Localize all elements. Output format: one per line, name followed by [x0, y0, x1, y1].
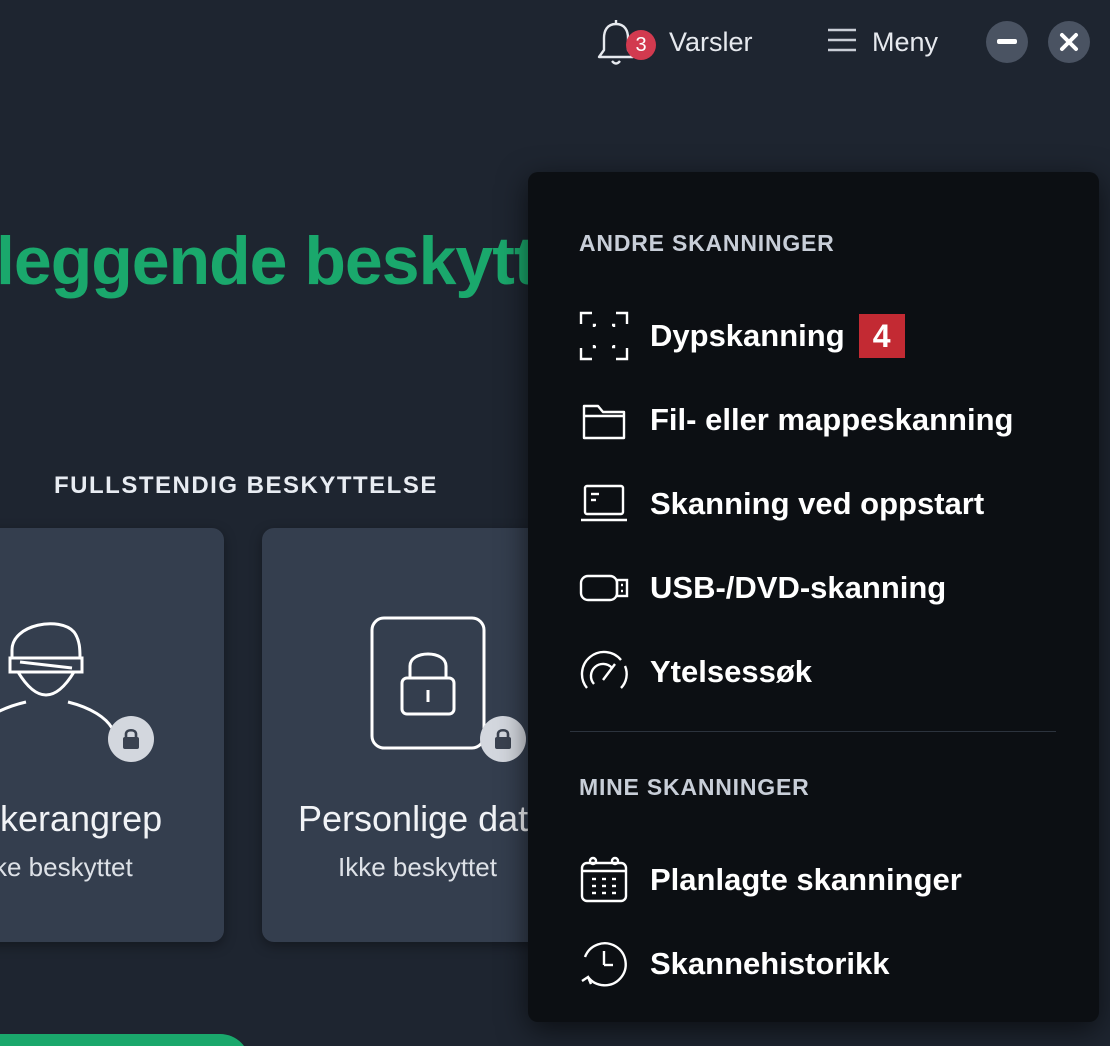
- laptop-icon: [578, 478, 630, 530]
- menu-item-file-folder-scan[interactable]: Fil- eller mappeskanning: [578, 388, 1058, 452]
- close-button[interactable]: [1048, 21, 1090, 63]
- menu-item-scheduled-scans[interactable]: Planlagte skanninger: [578, 848, 1058, 912]
- minimize-button[interactable]: [986, 21, 1028, 63]
- menu-item-label: Planlagte skanninger: [650, 862, 962, 897]
- close-icon: [1060, 33, 1078, 51]
- menu-item-label: Dypskanning: [650, 318, 845, 353]
- scan-menu-dropdown: ANDRE SKANNINGER Dypskanning 4 Fil- elle…: [528, 172, 1099, 1022]
- hacker-icon: [0, 610, 130, 745]
- menu-item-usb-dvd-scan[interactable]: USB-/DVD-skanning: [578, 556, 1058, 620]
- calendar-icon: [578, 854, 630, 906]
- primary-action-button[interactable]: [0, 1034, 250, 1046]
- menu-item-deep-scan[interactable]: Dypskanning 4: [578, 304, 1058, 368]
- personal-data-card[interactable]: Personlige dat Ikke beskyttet: [262, 528, 562, 942]
- app-window: 3 Varsler Meny leggende beskytte FULLSTE…: [0, 0, 1110, 1046]
- menu-item-boot-scan[interactable]: Skanning ved oppstart: [578, 472, 1058, 536]
- hacker-attack-card[interactable]: ckerangrep ke beskyttet: [0, 528, 224, 942]
- notification-count-badge: 3: [626, 30, 656, 60]
- card-title: ckerangrep: [0, 798, 163, 839]
- minimize-icon: [997, 39, 1017, 44]
- folder-icon: [578, 394, 630, 446]
- menu-item-scan-history[interactable]: Skannehistorikk: [578, 932, 1058, 996]
- menu-divider: [570, 731, 1056, 732]
- card-status: ke beskyttet: [0, 852, 133, 882]
- menu-item-performance-scan[interactable]: Ytelsessøk: [578, 640, 1058, 704]
- notifications-button[interactable]: 3 Varsler: [596, 12, 753, 72]
- menu-item-label: Skanning ved oppstart: [650, 486, 985, 521]
- other-scans-header: ANDRE SKANNINGER: [579, 230, 835, 256]
- bell-icon: 3: [596, 16, 656, 68]
- usb-icon: [578, 562, 630, 614]
- step-number-badge: 4: [858, 314, 905, 358]
- menu-item-label: USB-/DVD-skanning: [650, 570, 947, 605]
- padlock-icon: [370, 616, 486, 755]
- notifications-label: Varsler: [669, 26, 753, 57]
- card-status: Ikke beskyttet: [338, 852, 497, 882]
- menu-item-label: Skannehistorikk: [650, 946, 890, 981]
- hero-title: leggende beskytte: [0, 223, 573, 299]
- scan-frame-icon: [578, 310, 630, 362]
- menu-label: Meny: [872, 26, 939, 57]
- menu-item-label: Fil- eller mappeskanning: [650, 402, 1014, 437]
- my-scans-header: MINE SKANNINGER: [579, 774, 810, 800]
- protection-section-title: FULLSTENDIG BESKYTTELSE: [54, 472, 438, 499]
- card-title: Personlige dat: [298, 798, 529, 839]
- lock-icon: [480, 716, 526, 762]
- menu-item-label: Ytelsessøk: [650, 654, 812, 689]
- menu-button[interactable]: Meny: [826, 12, 938, 72]
- hamburger-icon: [826, 26, 858, 59]
- speedometer-icon: [578, 646, 630, 698]
- history-icon: [578, 938, 630, 990]
- lock-icon: [108, 716, 154, 762]
